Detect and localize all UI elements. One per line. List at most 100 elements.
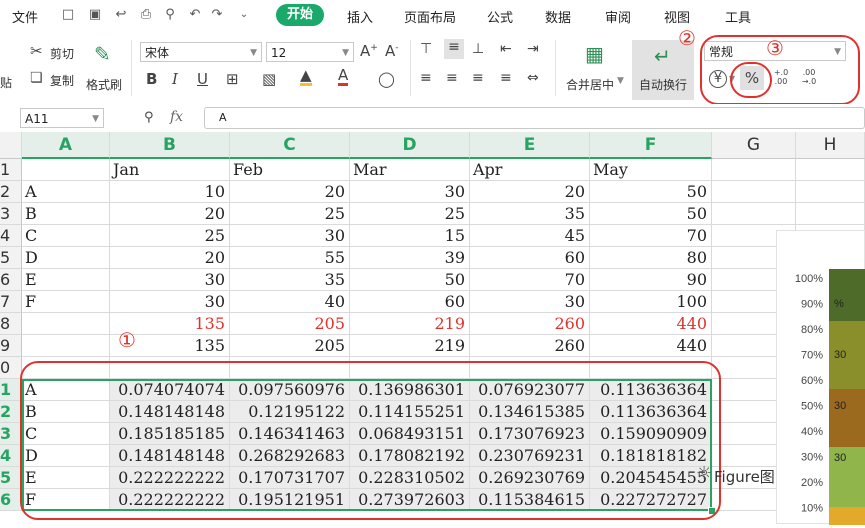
font-name-select[interactable]: 宋体 ▼ xyxy=(140,42,262,62)
row-header[interactable]: 2 xyxy=(0,401,22,423)
column-header-d[interactable]: D xyxy=(350,132,470,159)
cell-a[interactable] xyxy=(22,335,110,357)
align-top-icon[interactable]: ⊤ xyxy=(420,41,432,57)
column-header-c[interactable]: C xyxy=(230,132,350,159)
column-header-b[interactable]: B xyxy=(110,132,230,159)
cell-e[interactable]: 60 xyxy=(470,247,590,269)
cell-c[interactable]: 25 xyxy=(230,203,350,225)
row-header[interactable]: 3 xyxy=(0,203,22,225)
cell-c[interactable]: 35 xyxy=(230,269,350,291)
cell-d[interactable]: 60 xyxy=(350,291,470,313)
cell-h[interactable] xyxy=(796,203,865,225)
increase-font-icon[interactable]: A+ xyxy=(360,42,378,60)
redo-icon[interactable]: ↷ xyxy=(209,7,225,23)
column-header-e[interactable]: E xyxy=(470,132,590,159)
clear-format-icon[interactable]: ◯ xyxy=(378,70,395,88)
print-icon[interactable]: ⎙ xyxy=(138,7,154,23)
row-header[interactable]: 6 xyxy=(0,489,22,511)
cell-d[interactable]: 39 xyxy=(350,247,470,269)
row-header[interactable]: 4 xyxy=(0,225,22,247)
row-header[interactable]: 4 xyxy=(0,445,22,467)
cell-c[interactable]: 20 xyxy=(230,181,350,203)
cell-a[interactable] xyxy=(22,313,110,335)
tab-view[interactable]: 视图 xyxy=(664,7,690,26)
paste-button[interactable]: 贴 xyxy=(0,74,12,91)
cell-e[interactable]: 30 xyxy=(470,291,590,313)
zoom-search-icon[interactable]: ⚲ xyxy=(144,110,154,125)
cell-d[interactable]: 15 xyxy=(350,225,470,247)
row-header[interactable]: 1 xyxy=(0,159,22,181)
tab-start[interactable]: 开始 xyxy=(276,4,324,26)
customize-dropdown-icon[interactable]: ⌄ xyxy=(236,7,252,23)
cell-e[interactable]: 260 xyxy=(470,335,590,357)
cell-f[interactable]: 50 xyxy=(590,203,712,225)
cell-a[interactable]: F xyxy=(22,291,110,313)
indent-increase-icon[interactable]: ⇥ xyxy=(527,41,539,57)
cell-style-icon[interactable]: ▧ xyxy=(262,70,276,88)
cell-d[interactable]: 219 xyxy=(350,313,470,335)
cell-b[interactable]: 20 xyxy=(110,203,230,225)
borders-icon[interactable]: ⊞ xyxy=(226,70,239,88)
column-header-f[interactable]: F xyxy=(590,132,712,159)
cell-c[interactable]: 205 xyxy=(230,335,350,357)
file-menu[interactable]: 文件 xyxy=(12,7,38,26)
column-header-g[interactable]: G xyxy=(712,132,796,159)
cell-b[interactable]: Jan xyxy=(110,159,230,181)
merge-center-button[interactable]: 合并居中 xyxy=(566,76,614,93)
export-icon[interactable]: ↩ xyxy=(113,7,129,23)
cell-c[interactable]: 30 xyxy=(230,225,350,247)
cell-d[interactable]: Mar xyxy=(350,159,470,181)
cell-h[interactable] xyxy=(796,181,865,203)
fill-color-icon[interactable]: ▲ xyxy=(300,68,312,86)
tab-formulas[interactable]: 公式 xyxy=(487,7,513,26)
column-header-h[interactable]: H xyxy=(796,132,865,159)
align-center-icon[interactable]: ≡ xyxy=(446,70,458,86)
tab-data[interactable]: 数据 xyxy=(545,7,571,26)
cell-f[interactable]: 80 xyxy=(590,247,712,269)
print-preview-icon[interactable]: ⚲ xyxy=(162,7,178,23)
cut-button[interactable]: 剪切 xyxy=(50,45,74,62)
cell-f[interactable]: 440 xyxy=(590,313,712,335)
copy-button[interactable]: 复制 xyxy=(50,72,74,89)
cell-c[interactable]: 55 xyxy=(230,247,350,269)
row-header[interactable]: 7 xyxy=(0,291,22,313)
cell-e[interactable]: 20 xyxy=(470,181,590,203)
align-middle-icon[interactable]: ≡ xyxy=(444,39,464,59)
column-header-a[interactable]: A xyxy=(22,132,110,159)
justify-icon[interactable]: ≡ xyxy=(500,70,512,86)
cell-a[interactable]: B xyxy=(22,203,110,225)
cell-a[interactable] xyxy=(22,159,110,181)
cell-b[interactable]: 20 xyxy=(110,247,230,269)
cell-d[interactable]: 219 xyxy=(350,335,470,357)
undo-icon[interactable]: ↶ xyxy=(187,7,203,23)
cell-d[interactable]: 25 xyxy=(350,203,470,225)
cell-g[interactable] xyxy=(712,181,796,203)
formula-input[interactable]: A xyxy=(204,107,865,129)
row-header[interactable]: 3 xyxy=(0,423,22,445)
row-header[interactable]: 1 xyxy=(0,379,22,401)
decrease-font-icon[interactable]: A- xyxy=(385,42,399,60)
align-left-icon[interactable]: ≡ xyxy=(420,70,432,86)
cell-f[interactable]: 50 xyxy=(590,181,712,203)
bold-icon[interactable]: B xyxy=(146,70,157,88)
row-header[interactable]: 5 xyxy=(0,467,22,489)
row-header[interactable]: 9 xyxy=(0,335,22,357)
underline-icon[interactable]: U xyxy=(197,70,208,88)
row-header[interactable]: 2 xyxy=(0,181,22,203)
cell-e[interactable]: 70 xyxy=(470,269,590,291)
cell-b[interactable]: 10 xyxy=(110,181,230,203)
cell-a[interactable]: D xyxy=(22,247,110,269)
format-painter-button[interactable]: 格式刷 xyxy=(86,76,122,93)
row-header[interactable]: 8 xyxy=(0,313,22,335)
italic-icon[interactable]: I xyxy=(172,70,178,88)
name-box[interactable]: A11 ▼ xyxy=(20,108,104,128)
align-right-icon[interactable]: ≡ xyxy=(472,70,484,86)
cell-e[interactable]: 260 xyxy=(470,313,590,335)
distributed-icon[interactable]: ⇔ xyxy=(527,70,539,86)
tab-page-layout[interactable]: 页面布局 xyxy=(404,7,456,26)
select-all-corner[interactable] xyxy=(0,132,22,159)
tab-tools[interactable]: 工具 xyxy=(725,7,751,26)
indent-decrease-icon[interactable]: ⇤ xyxy=(500,41,512,57)
cell-c[interactable]: 40 xyxy=(230,291,350,313)
font-color-icon[interactable]: A xyxy=(338,68,349,86)
